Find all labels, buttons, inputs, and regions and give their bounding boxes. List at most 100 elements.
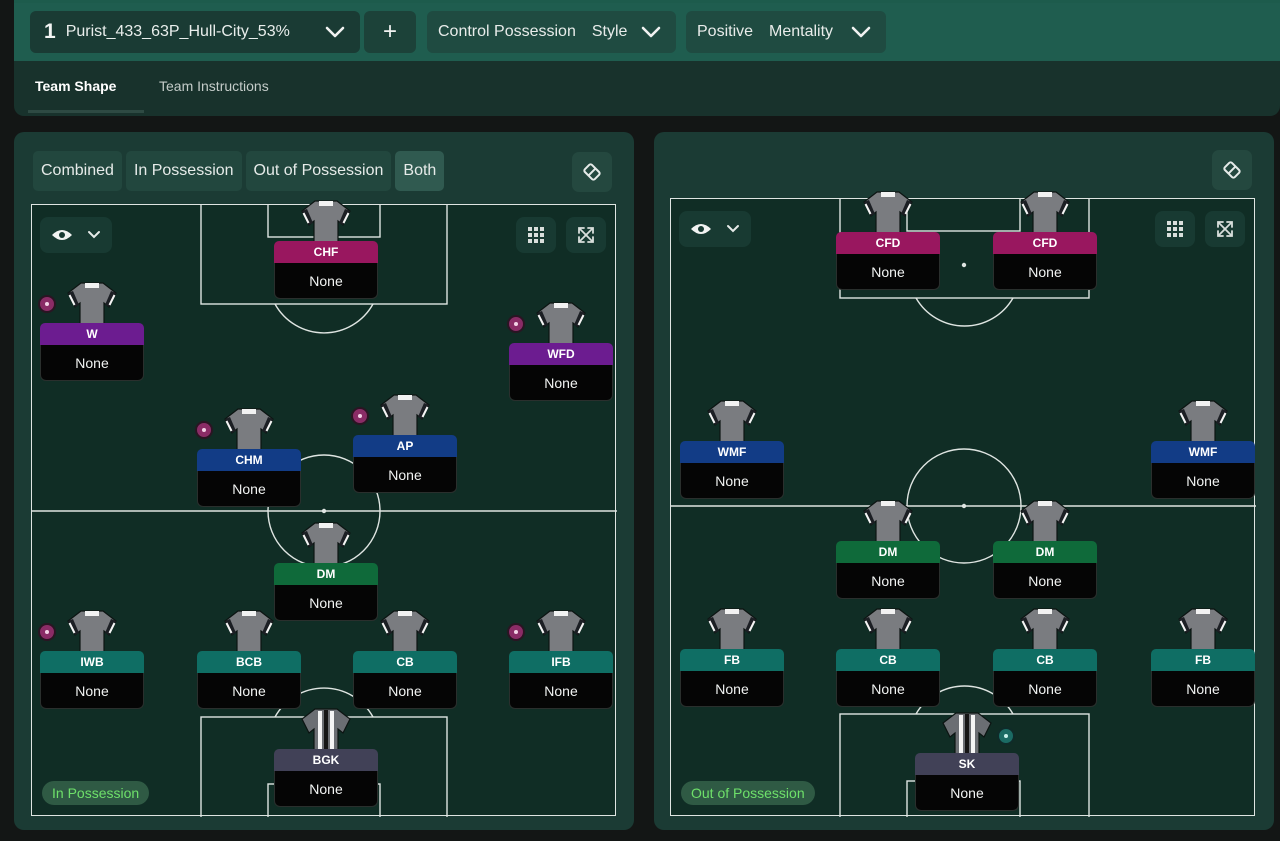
expand-icon	[1217, 221, 1233, 237]
player-card-wmf[interactable]: WMF None	[680, 399, 784, 503]
eye-icon	[52, 230, 72, 240]
player-role: FB	[680, 649, 784, 671]
expand-button[interactable]	[1205, 211, 1245, 247]
tactic-toolbar: 1 Purist_433_63P_Hull-City_53% + Control…	[14, 3, 1280, 61]
shirt-icon	[1020, 499, 1070, 544]
phase-badge: Out of Possession	[681, 781, 815, 805]
player-card-cfd[interactable]: CFD None	[993, 190, 1097, 294]
pitch-in-possession: CHF None W None WFD None CHM None AP None DM None IW…	[31, 200, 617, 817]
visibility-toggle[interactable]	[40, 217, 112, 253]
player-card-fb[interactable]: FB None	[1151, 607, 1255, 711]
player-card-chm[interactable]: CHM None	[195, 407, 301, 511]
player-card-ifb[interactable]: IFB None	[507, 609, 613, 713]
player-card-chf[interactable]: CHF None	[274, 199, 378, 303]
out-of-possession-panel: CFD None CFD None WMF None WMF None DM None DM None…	[654, 132, 1274, 830]
player-role: WMF	[680, 441, 784, 463]
chevron-down-icon	[851, 26, 871, 38]
instruction-marker-icon[interactable]	[507, 623, 525, 641]
player-role: CFD	[836, 232, 940, 254]
mentality-label: Mentality	[769, 23, 834, 40]
style-selector[interactable]: Control Possession Style	[427, 11, 676, 53]
visibility-toggle[interactable]	[679, 211, 751, 247]
tactics-header: 1 Purist_433_63P_Hull-City_53% + Control…	[14, 0, 1280, 116]
shirt-icon	[224, 609, 274, 654]
mode-out-of-possession[interactable]: Out of Possession	[245, 151, 392, 191]
player-role: DM	[836, 541, 940, 563]
tactic-tabs: Team Shape Team Instructions	[14, 61, 1280, 116]
instruction-marker-icon[interactable]	[195, 421, 213, 439]
player-role: CHM	[197, 449, 301, 471]
player-role: IFB	[509, 651, 613, 673]
grid-icon	[528, 227, 544, 243]
instruction-marker-icon[interactable]	[507, 315, 525, 333]
player-role: CB	[353, 651, 457, 673]
mentality-selector[interactable]: Positive Mentality	[686, 11, 886, 53]
shirt-icon	[301, 521, 351, 566]
player-name: None	[1151, 671, 1255, 707]
shirt-icon	[301, 707, 351, 752]
player-card-dm[interactable]: DM None	[993, 499, 1097, 603]
player-card-bgk[interactable]: BGK None	[274, 707, 378, 811]
mentality-value: Positive	[697, 23, 754, 40]
chevron-down-icon	[325, 26, 345, 38]
player-role: FB	[1151, 649, 1255, 671]
player-card-sk[interactable]: SK None	[915, 711, 1019, 815]
grid-toggle-button[interactable]	[516, 217, 556, 253]
shirt-icon	[863, 607, 913, 652]
player-card-fb[interactable]: FB None	[680, 607, 784, 711]
instruction-marker-icon[interactable]	[997, 727, 1015, 745]
player-name: None	[353, 673, 457, 709]
pitch-out-of-possession: CFD None CFD None WMF None WMF None DM None DM None…	[670, 191, 1256, 817]
player-role: AP	[353, 435, 457, 457]
view-mode-selector: Combined In Possession Out of Possession…	[33, 151, 445, 191]
player-name: None	[680, 463, 784, 499]
shirt-icon	[536, 609, 586, 654]
tactics-board-icon	[583, 163, 601, 181]
eye-icon	[691, 224, 711, 234]
player-card-w[interactable]: W None	[38, 281, 144, 385]
player-card-cfd[interactable]: CFD None	[836, 190, 940, 294]
player-card-cb[interactable]: CB None	[836, 607, 940, 711]
player-name: None	[993, 254, 1097, 290]
player-card-iwb[interactable]: IWB None	[38, 609, 144, 713]
tactics-board-button[interactable]	[572, 152, 612, 192]
tactic-number: 1	[44, 20, 56, 43]
player-card-wmf[interactable]: WMF None	[1151, 399, 1255, 503]
player-card-ap[interactable]: AP None	[351, 393, 457, 497]
add-tactic-button[interactable]: +	[364, 11, 416, 53]
tab-team-shape[interactable]: Team Shape	[35, 78, 116, 94]
player-card-dm[interactable]: DM None	[836, 499, 940, 603]
player-role: CFD	[993, 232, 1097, 254]
instruction-marker-icon[interactable]	[351, 407, 369, 425]
player-role: WMF	[1151, 441, 1255, 463]
instruction-marker-icon[interactable]	[38, 623, 56, 641]
shirt-icon	[380, 609, 430, 654]
player-card-cb[interactable]: CB None	[353, 609, 457, 713]
shirt-icon	[1178, 399, 1228, 444]
style-label: Style	[591, 23, 628, 40]
player-card-bcb[interactable]: BCB None	[197, 609, 301, 713]
player-name: None	[915, 775, 1019, 811]
tactic-selector[interactable]: 1 Purist_433_63P_Hull-City_53%	[30, 11, 360, 53]
phase-badge: In Possession	[42, 781, 150, 805]
player-name: None	[40, 673, 144, 709]
player-card-wfd[interactable]: WFD None	[507, 301, 613, 405]
instruction-marker-icon[interactable]	[38, 295, 56, 313]
expand-button[interactable]	[566, 217, 606, 253]
mode-in-possession[interactable]: In Possession	[125, 151, 242, 191]
player-name: None	[509, 673, 613, 709]
tactics-board-button[interactable]	[1212, 150, 1252, 190]
grid-icon	[1167, 221, 1183, 237]
shirt-icon	[536, 301, 586, 346]
player-name: None	[836, 254, 940, 290]
player-name: None	[274, 771, 378, 807]
shirt-icon	[863, 190, 913, 235]
mode-combined[interactable]: Combined	[33, 151, 122, 191]
shirt-icon	[707, 399, 757, 444]
player-card-cb[interactable]: CB None	[993, 607, 1097, 711]
tab-team-instructions[interactable]: Team Instructions	[159, 78, 269, 94]
player-name: None	[197, 673, 301, 709]
mode-both[interactable]: Both	[395, 151, 445, 191]
grid-toggle-button[interactable]	[1155, 211, 1195, 247]
player-name: None	[836, 671, 940, 707]
